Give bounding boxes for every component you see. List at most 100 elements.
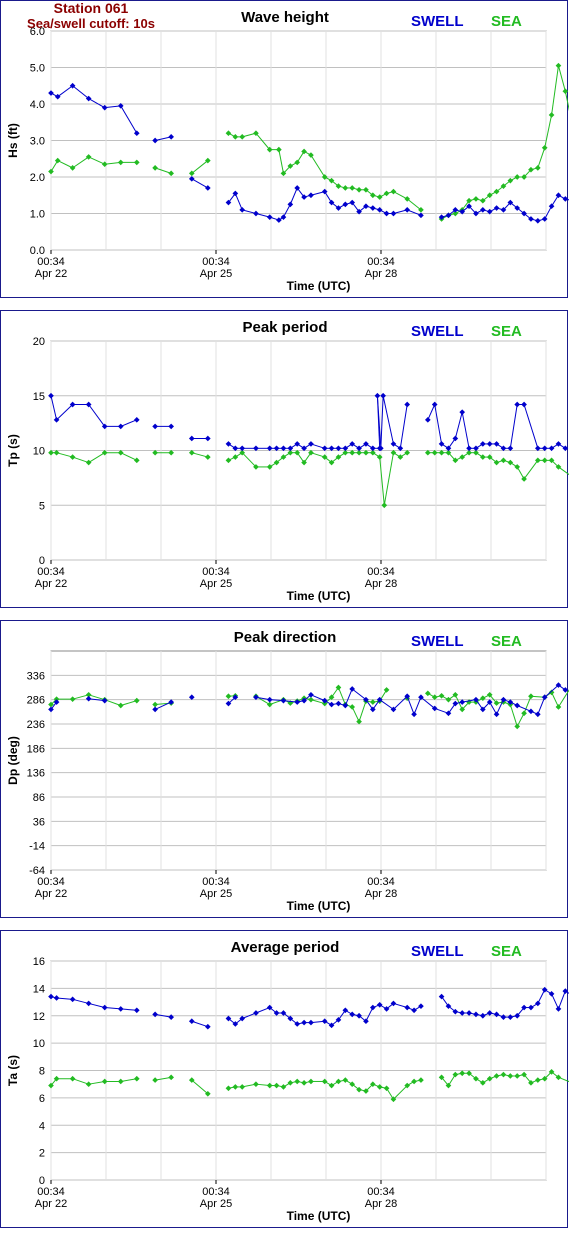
x-axis-label: Time (UTC)	[287, 589, 351, 603]
x-tick-date: Apr 22	[35, 888, 67, 900]
chart-title: Peak direction	[234, 629, 337, 646]
chart-panel-wave-height: 0.0 1.0 2.0 3.0 4.0 5.0 6.0 00:34 Apr 22 00:34 Apr…	[0, 0, 569, 298]
series-segment-swell	[551, 993, 559, 1010]
y-tick-label: 10	[33, 1038, 45, 1050]
wave-height-chart: 0.01.02.03.04.05.06.000:34Apr 2200:34Apr…	[6, 9, 569, 293]
y-tick-label: 5.0	[30, 63, 45, 75]
y-tick-label: 1.0	[30, 209, 45, 221]
legend-sea: SEA	[491, 943, 522, 960]
y-tick-label: 6	[39, 1093, 45, 1105]
series-segment-sea	[551, 692, 559, 708]
data-point-swell	[555, 441, 562, 447]
series-segment-sea	[557, 65, 566, 92]
x-tick-time: 00:34	[37, 566, 65, 578]
data-point-swell	[562, 445, 569, 452]
series-segment-swell	[544, 684, 559, 698]
data-point-swell	[548, 203, 555, 210]
legend-sea: SEA	[491, 323, 522, 340]
peak-direction-chart: -64-14368613618623628633600:34Apr 2200:3…	[6, 629, 569, 913]
x-tick-time: 00:34	[367, 876, 395, 888]
y-tick-label: 4	[39, 1120, 45, 1132]
y-axis-label: Ta (s)	[6, 1055, 20, 1086]
data-point-sea	[562, 88, 569, 95]
data-point-swell	[555, 1006, 562, 1012]
x-tick-date: Apr 22	[35, 1198, 67, 1210]
station-info: Station 061 Sea/swell cutoff: 10s	[1, 0, 181, 32]
x-tick-time: 00:34	[367, 566, 395, 578]
x-tick-date: Apr 28	[365, 888, 397, 900]
y-axis-label: Dp (deg)	[6, 736, 20, 785]
x-tick-date: Apr 25	[200, 1198, 232, 1210]
x-tick-date: Apr 25	[200, 578, 232, 590]
y-tick-label: 3.0	[30, 136, 45, 148]
data-point-swell	[562, 988, 569, 994]
x-tick-date: Apr 22	[35, 578, 67, 590]
chart-title: Average period	[231, 939, 340, 956]
legend-swell: SWELL	[411, 633, 464, 650]
x-tick-date: Apr 28	[365, 268, 397, 280]
data-point-sea	[548, 112, 555, 118]
y-tick-label: 4.0	[30, 99, 45, 111]
y-axis-label: Hs (ft)	[6, 123, 20, 158]
x-tick-date: Apr 25	[200, 888, 232, 900]
data-point-swell	[548, 991, 555, 997]
y-tick-label: 15	[33, 391, 45, 403]
y-tick-label: 14	[33, 983, 45, 995]
peak-period-chart: 0510152000:34Apr 2200:34Apr 2500:34Apr 2…	[6, 319, 569, 603]
y-tick-label: 12	[33, 1011, 45, 1023]
chart-title: Peak period	[242, 319, 327, 336]
data-point-sea	[555, 62, 562, 69]
x-tick-time: 00:34	[367, 256, 395, 268]
y-tick-label: -14	[29, 841, 45, 853]
y-axis-label: Tp (s)	[6, 434, 20, 467]
x-tick-time: 00:34	[367, 1186, 395, 1198]
y-tick-label: 86	[33, 792, 45, 804]
series-segment-sea	[564, 91, 569, 112]
x-tick-date: Apr 22	[35, 268, 67, 280]
legend-swell: SWELL	[411, 13, 464, 30]
data-point-swell	[562, 196, 569, 202]
chart-title: Wave height	[241, 9, 329, 26]
y-tick-label: 2	[39, 1148, 45, 1160]
y-tick-label: 20	[33, 336, 45, 348]
series-segment-sea	[558, 466, 569, 476]
y-tick-label: 186	[27, 743, 45, 755]
y-tick-label: 336	[27, 670, 45, 682]
legend-sea: SEA	[491, 633, 522, 650]
chart-panel-average-period: 0 2 4 6 8 10 12 14 16 00:34 Apr 22 00:34 Apr 25 00:34…	[0, 930, 569, 1228]
legend-swell: SWELL	[411, 943, 464, 960]
legend-sea: SEA	[491, 13, 522, 30]
y-tick-label: 236	[27, 719, 45, 731]
data-point-swell	[555, 192, 562, 199]
x-tick-time: 00:34	[37, 1186, 65, 1198]
y-tick-label: 2.0	[30, 172, 45, 184]
x-tick-date: Apr 28	[365, 578, 397, 590]
plot-area	[50, 650, 547, 871]
series-segment-swell	[557, 990, 566, 1010]
chart-panel-peak-direction: -64 -14 36 86 136 186 236 286 336 00:34 Apr 22 00:3…	[0, 620, 569, 918]
series-segment-sea	[551, 65, 559, 116]
chart-panel-peak-period: 0 5 10 15 20 00:34 Apr 22 00:34 Apr 25 00:34 Apr 2…	[0, 310, 569, 608]
y-tick-label: 16	[33, 956, 45, 968]
x-axis-label: Time (UTC)	[287, 279, 351, 293]
x-tick-time: 00:34	[202, 566, 230, 578]
x-tick-time: 00:34	[202, 876, 230, 888]
y-tick-label: 36	[33, 816, 45, 828]
x-tick-time: 00:34	[37, 876, 65, 888]
y-tick-label: 10	[33, 446, 45, 458]
data-point-swell	[548, 445, 555, 452]
legend-swell: SWELL	[411, 323, 464, 340]
x-tick-time: 00:34	[202, 256, 230, 268]
y-tick-label: 286	[27, 695, 45, 707]
x-tick-time: 00:34	[202, 1186, 230, 1198]
station-name: Station 061	[53, 0, 129, 16]
x-tick-date: Apr 28	[365, 1198, 397, 1210]
y-tick-label: 136	[27, 768, 45, 780]
average-period-chart: 024681012141600:34Apr 2200:34Apr 2500:34…	[6, 939, 569, 1223]
x-tick-date: Apr 25	[200, 268, 232, 280]
x-tick-time: 00:34	[37, 256, 65, 268]
x-axis-label: Time (UTC)	[287, 899, 351, 913]
data-point-sea	[555, 704, 562, 710]
cutoff-note: Sea/swell cutoff: 10s	[27, 16, 155, 31]
x-axis-label: Time (UTC)	[287, 1209, 351, 1223]
